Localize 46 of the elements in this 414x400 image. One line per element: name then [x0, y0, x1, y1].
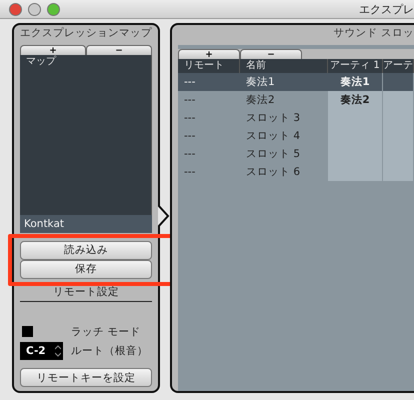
- table-cell-text: 奏法2: [245, 93, 276, 108]
- close-button[interactable]: [9, 2, 22, 16]
- add-button[interactable]: +: [178, 49, 240, 59]
- column-header: アーティ 1: [328, 59, 383, 73]
- table-cell-text: ---: [183, 75, 196, 90]
- slot-row[interactable]: --- スロット 3: [178, 109, 414, 127]
- load-button[interactable]: 読み込み: [20, 240, 152, 260]
- latch-label: ラッチ モード: [71, 324, 140, 338]
- column-header: アーテ: [383, 59, 414, 73]
- table-cell-text: ---: [183, 111, 196, 126]
- remove-button[interactable]: −: [240, 49, 302, 59]
- slot-row[interactable]: --- 奏法2 奏法2: [178, 91, 414, 109]
- root-note-label: ルート（根音）: [71, 344, 148, 358]
- slot-row[interactable]: --- スロット 5: [178, 145, 414, 163]
- slot-row[interactable]: --- 奏法1 奏法1: [178, 73, 414, 91]
- table-cell: [383, 91, 414, 109]
- section-title: リモート設定: [20, 284, 152, 302]
- table-cell-text: スロット 6: [245, 165, 302, 180]
- window-title: エクスプレ: [359, 2, 414, 16]
- column-header: リモート: [178, 59, 240, 73]
- table-cell-text: ---: [183, 165, 196, 180]
- zoom-button[interactable]: [47, 2, 60, 16]
- table-cell-text: 奏法1: [245, 75, 276, 90]
- table-cell: 奏法2: [328, 91, 383, 109]
- slot-row[interactable]: --- スロット 4: [178, 127, 414, 145]
- remove-button[interactable]: −: [86, 45, 152, 55]
- save-button[interactable]: 保存: [20, 260, 152, 278]
- stepper-icon: [55, 344, 61, 356]
- set-remote-key-button[interactable]: リモートキーを設定: [20, 368, 152, 387]
- table-cell-text: スロット 5: [245, 147, 302, 162]
- add-button[interactable]: +: [20, 45, 86, 55]
- table-cell: [328, 163, 383, 181]
- latch-checkbox[interactable]: [22, 326, 33, 337]
- root-note-field[interactable]: C-2: [20, 342, 63, 360]
- table-cell-text: ---: [183, 129, 196, 144]
- panel-title: エクスプレッションマップ: [19, 26, 153, 41]
- column-header: マップ: [20, 55, 152, 214]
- table-cell-text: スロット 4: [245, 129, 302, 144]
- map-list-item[interactable]: Kontkat: [20, 214, 152, 232]
- minimize-button[interactable]: [28, 2, 41, 16]
- table-cell-text: スロット 3: [245, 111, 302, 126]
- slot-row[interactable]: --- スロット 6: [178, 163, 414, 181]
- column-header: 名前: [240, 59, 328, 73]
- panel-title: サウンド スロッ: [332, 26, 414, 41]
- table-cell-text: ---: [183, 93, 196, 108]
- table-cell-text: ---: [183, 147, 196, 162]
